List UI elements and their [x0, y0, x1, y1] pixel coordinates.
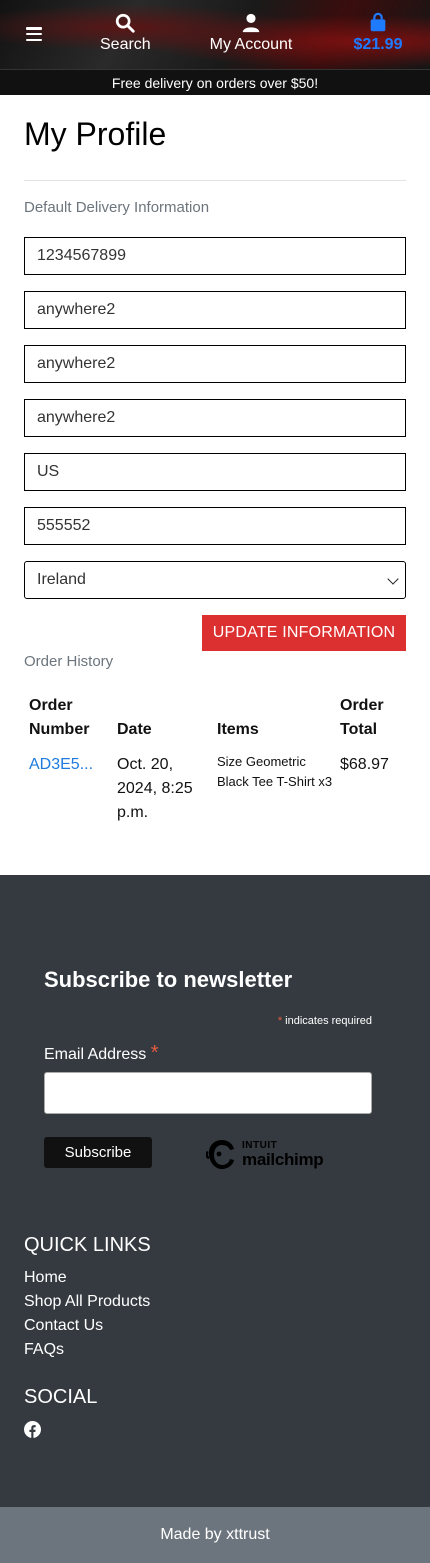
- order-number-link[interactable]: AD3E5...: [29, 753, 93, 777]
- update-information-button[interactable]: UPDATE INFORMATION: [202, 615, 406, 651]
- required-asterisk: *: [150, 1042, 159, 1064]
- order-history-heading: Order History: [24, 653, 114, 670]
- country-select[interactable]: Ireland: [24, 561, 406, 599]
- search-nav-button[interactable]: Search: [100, 12, 151, 54]
- town-city-field[interactable]: anywhere2: [24, 399, 406, 437]
- order-items: Size Geometric Black Tee T-Shirt x3: [217, 752, 332, 792]
- delivery-info-heading: Default Delivery Information: [24, 199, 210, 216]
- promo-banner: Free delivery on orders over $50!: [0, 69, 430, 95]
- order-date-line: Oct. 20,: [117, 756, 174, 773]
- order-date-line: 2024, 8:25: [117, 780, 193, 797]
- mailchimp-text: mailchimp: [242, 1150, 324, 1169]
- page-title: My Profile: [24, 116, 167, 152]
- my-account-nav-button[interactable]: My Account: [205, 12, 297, 54]
- country-select-value: Ireland: [37, 571, 86, 588]
- mailchimp-logo[interactable]: INTUIT mailchimp: [206, 1137, 330, 1173]
- street-address1-field[interactable]: anywhere2: [24, 291, 406, 329]
- menu-icon[interactable]: [26, 27, 42, 42]
- quick-links-title: QUICK LINKS: [24, 1234, 151, 1256]
- shopping-bag-button[interactable]: $21.99: [350, 12, 406, 54]
- column-header-line: Total: [340, 721, 378, 738]
- search-label: Search: [100, 36, 151, 53]
- search-icon: [115, 13, 135, 33]
- phone-field[interactable]: 1234567899: [24, 237, 406, 275]
- footer-link-home[interactable]: Home: [24, 1269, 67, 1287]
- column-header-date: Date: [117, 721, 152, 738]
- order-date-line: p.m.: [117, 804, 149, 821]
- account-label: My Account: [209, 36, 293, 53]
- newsletter-email-input[interactable]: [44, 1072, 372, 1114]
- email-label-text: Email Address: [44, 1046, 147, 1063]
- site-header: Search My Account $21.99: [0, 0, 430, 69]
- divider: [24, 180, 406, 181]
- column-header-order-number: Order Number: [29, 694, 89, 742]
- facebook-icon[interactable]: [24, 1421, 41, 1438]
- footer-link-contact-us[interactable]: Contact Us: [24, 1317, 103, 1335]
- bag-total: $21.99: [353, 36, 403, 53]
- required-asterisk: *: [277, 1015, 283, 1027]
- required-note: * indicates required: [278, 1015, 372, 1027]
- site-footer: Subscribe to newsletter * indicates requ…: [0, 875, 430, 1507]
- postcode-field[interactable]: 555552: [24, 507, 406, 545]
- order-date: Oct. 20, 2024, 8:25 p.m.: [117, 753, 193, 825]
- credit-bar: Made by xttrust: [0, 1507, 430, 1563]
- column-header-line: Order: [340, 697, 384, 714]
- footer-link-shop-all-products[interactable]: Shop All Products: [24, 1293, 150, 1311]
- column-header-items: Items: [217, 721, 259, 738]
- column-header-line: Number: [29, 721, 90, 738]
- social-title: SOCIAL: [24, 1386, 98, 1408]
- footer-link-faqs[interactable]: FAQs: [24, 1341, 64, 1359]
- county-field[interactable]: US: [24, 453, 406, 491]
- newsletter-title: Subscribe to newsletter: [44, 967, 293, 992]
- chevron-down-icon: [387, 573, 399, 585]
- shopping-bag-icon: [370, 12, 386, 32]
- required-note-text: indicates required: [285, 1015, 372, 1027]
- column-header-line: Order: [29, 697, 73, 714]
- email-label: Email Address *: [44, 1042, 159, 1065]
- order-items-line: Size Geometric: [217, 754, 306, 769]
- street-address2-field[interactable]: anywhere2: [24, 345, 406, 383]
- order-total: $68.97: [340, 756, 389, 773]
- column-header-order-total: Order Total: [340, 694, 384, 742]
- order-items-line: Black Tee T-Shirt x3: [217, 774, 333, 789]
- mailchimp-freddie-icon: [206, 1140, 234, 1169]
- subscribe-button[interactable]: Subscribe: [44, 1137, 152, 1168]
- user-icon: [242, 13, 260, 33]
